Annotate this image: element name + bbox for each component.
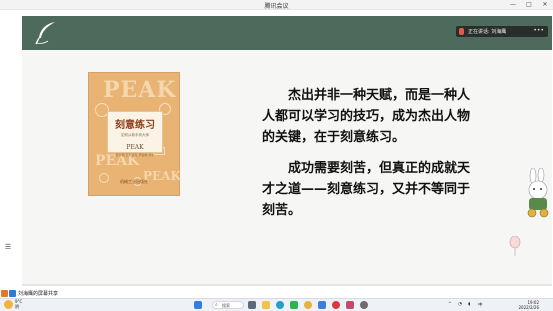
taskview-icon[interactable] (248, 301, 256, 309)
meeting-icon[interactable] (360, 301, 368, 309)
window-title: 腾讯会议 (264, 3, 289, 10)
taskbar-search[interactable]: ⌕ 搜索 (212, 301, 244, 309)
tray-lang[interactable]: 中 (478, 302, 483, 308)
search-icon: ⌕ (215, 302, 218, 308)
maximize-button[interactable]: □ (524, 1, 534, 8)
app-icon[interactable] (346, 301, 354, 309)
book-title-card: 刻意练习 如何从新手到大师 PEAK 安德斯·艾利克森 罗伯特·普尔 (107, 111, 163, 157)
mail-icon[interactable] (318, 301, 326, 309)
screen-share-bar: 刘海鹰的屏幕共享 (0, 290, 553, 298)
close-button[interactable]: ✕ (540, 1, 550, 8)
explorer-icon[interactable] (262, 301, 270, 309)
side-menu-icon[interactable]: ☰ (4, 243, 12, 251)
start-icon[interactable] (194, 301, 202, 309)
speaking-notification[interactable]: 正在讲话: 刘海鹰 ••• (456, 26, 548, 37)
netease-icon[interactable] (332, 301, 340, 309)
share-status-icon[interactable] (1, 290, 8, 297)
share-label: 刘海鹰的屏幕共享 (18, 291, 59, 297)
book-publisher: 机械工业出版社 (120, 179, 148, 184)
taskbar-clock[interactable]: 19:02 2022/2/26 (518, 300, 539, 310)
quote-line: 才之道——刻意练习，又并不等同于 (262, 182, 471, 197)
minimize-button[interactable]: — (508, 1, 518, 8)
weather-icon[interactable] (4, 300, 13, 309)
quote-line: 杰出并非一种天赋，而是一种人 (288, 88, 471, 103)
speaking-text: 正在讲话: 刘海鹰 (468, 29, 507, 35)
book-authors: 安德斯·艾利克森 罗伯特·普尔 (115, 153, 155, 157)
quote-line: 人都可以学习的技巧，成为杰出人物 (262, 109, 471, 124)
book-title-cn: 刻意练习 (115, 120, 155, 131)
taskbar: 9°C 阴 ⌕ 搜索 ^ ◔ ◖ 中 19:02 2022/2/26 (0, 298, 553, 311)
quote-line: 成功需要刻苦，但真正的成就天 (288, 161, 471, 176)
book-peak-bg-text: PEAK (103, 77, 177, 103)
wechat-icon[interactable] (290, 301, 298, 309)
tray-wifi-icon[interactable]: ◔ (458, 302, 462, 307)
quote-paragraph-2: 成功需要刻苦，但真正的成就天 才之道——刻意练习，又并不等同于 刻苦。 (262, 158, 484, 221)
window-titlebar: 腾讯会议 — □ ✕ (0, 0, 553, 10)
tray-chevron-icon[interactable]: ^ (448, 302, 452, 307)
clock-date: 2022/2/26 (518, 305, 539, 310)
book-subtitle-cn: 如何从新手到大师 (121, 133, 149, 137)
more-icon[interactable]: ••• (533, 27, 544, 34)
balloon-icon (509, 236, 521, 256)
book-cover: PEAK PEAK PEAK 刻意练习 如何从新手到大师 PEAK 安德斯·艾利… (88, 72, 181, 196)
share-user-icon (9, 290, 16, 297)
quote-paragraph-1: 杰出并非一种天赋，而是一种人 人都可以学习的技巧，成为杰出人物 的关键，在于刻意… (262, 85, 484, 148)
book-title-en: PEAK (126, 144, 144, 151)
quote-line: 的关键，在于刻意练习。 (262, 130, 406, 145)
search-label: 搜索 (222, 303, 230, 308)
weather-text[interactable]: 9°C 阴 (15, 299, 22, 309)
bunny-mascot-icon[interactable] (523, 168, 553, 220)
edge-icon[interactable] (276, 301, 284, 309)
weather-condition: 阴 (15, 304, 19, 309)
quill-logo-icon (35, 22, 55, 45)
microphone-icon (459, 28, 464, 35)
chrome-icon[interactable] (304, 301, 312, 309)
quote-line: 刻苦。 (262, 203, 302, 218)
tray-volume-icon[interactable]: ◖ (468, 302, 470, 307)
slide-shadow (22, 284, 552, 286)
